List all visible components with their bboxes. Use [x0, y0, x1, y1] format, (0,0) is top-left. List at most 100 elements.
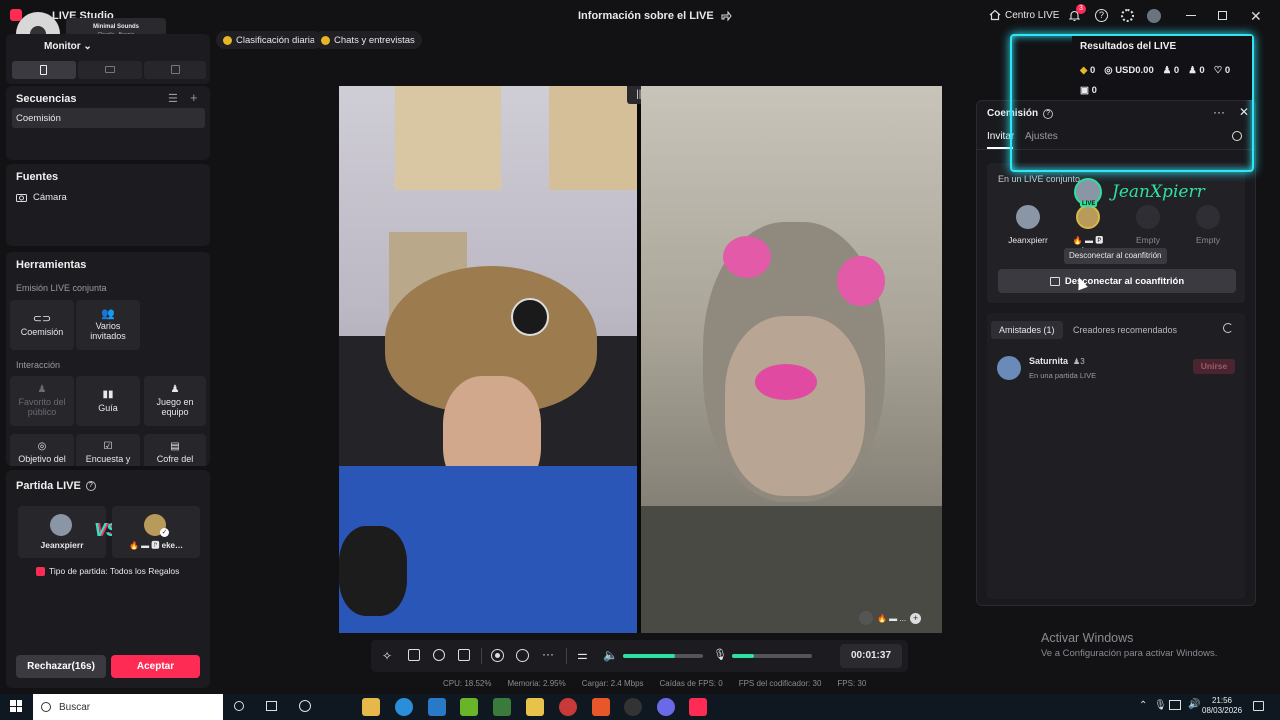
folder-icon[interactable]	[526, 698, 544, 716]
speaker-volume-slider[interactable]	[623, 654, 703, 658]
live-info-title[interactable]: Información sobre el LIVE	[578, 10, 732, 22]
tray-network-icon[interactable]	[1169, 700, 1181, 710]
store-icon[interactable]	[362, 698, 380, 716]
avatar[interactable]	[1147, 9, 1161, 23]
cofre-button[interactable]: ▤ Cofre del	[144, 434, 206, 466]
tiktok-taskbar-icon[interactable]	[689, 698, 707, 716]
rechazar-button[interactable]: Rechazar(16s)	[16, 655, 106, 678]
brave-icon[interactable]	[592, 698, 610, 716]
slot-4[interactable]: Empty	[1185, 205, 1231, 245]
objetivo-button[interactable]: ◎ Objetivo del	[10, 434, 74, 466]
aceptar-button[interactable]: Aceptar	[111, 655, 200, 678]
speaker-volume-fill	[623, 654, 675, 658]
follower-icon: ♟	[1188, 65, 1197, 76]
guia-button[interactable]: ▮▮ Guía	[76, 376, 140, 426]
screenshot-icon[interactable]	[516, 649, 529, 662]
edge-icon[interactable]	[395, 698, 413, 716]
clock[interactable]: 21:56 08/03/2026	[1202, 696, 1242, 716]
notification-badge: 3	[1076, 4, 1086, 14]
list-icon[interactable]: ☰	[168, 92, 178, 105]
poster-luffy	[395, 86, 501, 190]
refresh-icon[interactable]	[1223, 323, 1233, 333]
varios-invitados-label: Varios invitados	[90, 321, 126, 341]
tray-mic-icon[interactable]: 🎙	[1154, 700, 1167, 711]
portrait-view-button[interactable]	[12, 61, 76, 79]
centro-live-button[interactable]: Centro LIVE	[989, 9, 1059, 21]
tray-volume-icon[interactable]: 🔊	[1188, 699, 1200, 710]
slot-3-label: Empty	[1135, 235, 1161, 245]
app-dark-icon[interactable]	[624, 698, 642, 716]
resultados-title: Resultados del LIVE	[1080, 41, 1177, 52]
guest-mini-badge[interactable]: 🔥 ▬ ... +	[859, 608, 939, 628]
taskbar-search[interactable]: Buscar	[33, 694, 223, 720]
notifications-button[interactable]: 3	[1068, 4, 1086, 22]
cofre-label: Cofre del	[156, 454, 194, 464]
notification-center-icon[interactable]	[1253, 701, 1264, 711]
dog-ear-left	[723, 236, 771, 278]
juego-equipo-button[interactable]: ♟ Juego en equipo	[144, 376, 206, 426]
mic-volume-slider[interactable]	[732, 654, 812, 658]
discord-icon[interactable]	[657, 698, 675, 716]
layout-icon[interactable]	[458, 649, 470, 661]
tab-creadores[interactable]: Creadores recomendados	[1073, 321, 1177, 339]
minimize-icon[interactable]	[1186, 15, 1196, 16]
multitask-icon[interactable]	[266, 701, 277, 711]
overlay-name: JeanXpierr	[1112, 182, 1205, 202]
clasificacion-label: Clasificación diaria	[236, 34, 316, 46]
tray-chevron-icon[interactable]: ⌃	[1139, 700, 1147, 711]
chats-pill[interactable]: Chats y entrevistas	[314, 31, 422, 49]
coin-icon: ◎	[1104, 65, 1113, 76]
app-green-icon[interactable]	[493, 698, 511, 716]
encuesta-button[interactable]: ☑ Encuesta y	[76, 434, 140, 466]
varios-invitados-button[interactable]: 👥 Varios invitados	[76, 300, 140, 350]
speaker-icon[interactable]: 🔈	[603, 648, 618, 662]
windows-start-icon[interactable]	[10, 700, 22, 712]
magic-wand-icon[interactable]: ✧	[382, 649, 392, 663]
slot-3[interactable]: Empty	[1125, 205, 1171, 245]
source-camara[interactable]: Cámara	[16, 192, 67, 203]
mixer-icon[interactable]: ⚌	[577, 648, 588, 662]
target-icon: ◎	[37, 441, 47, 452]
close-icon[interactable]: ✕	[1250, 8, 1262, 25]
mail-icon[interactable]	[428, 698, 446, 716]
tab-amistades[interactable]: Amistades (1)	[991, 321, 1063, 339]
enhance-icon[interactable]	[433, 649, 445, 661]
music-title: Minimal Sounds	[92, 24, 139, 30]
add-guest-icon[interactable]: +	[910, 612, 922, 624]
activate-windows-sub: Ve a Configuración para activar Windows.	[1041, 648, 1218, 659]
search-icon	[41, 702, 51, 712]
friend-name-text: Saturnita	[1029, 356, 1069, 366]
clasificacion-pill[interactable]: Clasificación diaria	[216, 31, 323, 49]
likes-stat: ♡ 0	[1214, 65, 1230, 76]
task-view-icon[interactable]	[234, 701, 244, 711]
landscape-view-button[interactable]	[78, 61, 142, 79]
favorito-button[interactable]: ♟ Favorito del público	[10, 376, 74, 426]
disconnect-button[interactable]: Desconectar al coanfitrión	[998, 269, 1236, 293]
coemision-tool-button[interactable]: ⊂⊃ Coemisión	[10, 300, 74, 350]
interaccion-label: Interacción	[16, 360, 61, 370]
monitor-panel: Monitor ⌄	[6, 34, 210, 84]
dual-screen-icon	[171, 65, 180, 74]
control-bar: ✧ ··· ⚌ 🔈 🎙 00:01:37	[371, 640, 908, 672]
app-red-icon[interactable]	[559, 698, 577, 716]
secuencia-item[interactable]: Coemisión	[12, 108, 205, 128]
speedometer-icon[interactable]	[299, 700, 311, 712]
effects-icon[interactable]	[408, 649, 420, 661]
monitor-label[interactable]: Monitor ⌄	[44, 41, 92, 52]
microphone-icon[interactable]: 🎙	[713, 648, 727, 661]
settings-icon[interactable]	[1121, 9, 1134, 22]
chat-icon	[321, 35, 330, 45]
slot-4-empty-icon	[1196, 205, 1220, 229]
dual-view-button[interactable]	[144, 61, 206, 79]
unirse-button[interactable]: Unirse	[1193, 359, 1235, 374]
restore-icon[interactable]	[1218, 11, 1227, 20]
stat-caidas: Caídas de FPS: 0	[659, 679, 723, 688]
more-icon[interactable]: ···	[542, 647, 554, 661]
add-icon[interactable]: +	[190, 90, 198, 105]
help-icon[interactable]: ?	[1095, 9, 1108, 22]
nvidia-icon[interactable]	[460, 698, 478, 716]
mute-icon[interactable]	[859, 611, 873, 625]
info-icon[interactable]: ?	[85, 481, 96, 491]
usd-stat: ◎ USD0.00	[1104, 65, 1154, 76]
slot-1[interactable]: Jeanxpierr	[1005, 205, 1051, 245]
